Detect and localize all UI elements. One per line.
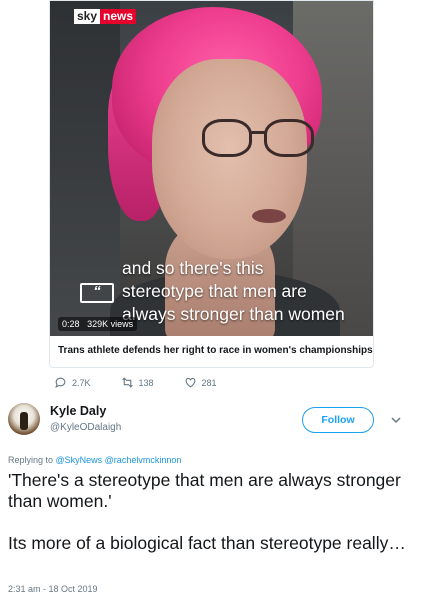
chevron-down-icon[interactable] <box>390 414 402 426</box>
subtitle-line: always stronger than women <box>122 304 345 324</box>
like-count: 281 <box>201 377 217 388</box>
replying-to: Replying to @SkyNews @rachelvmckinnon <box>8 455 181 465</box>
tweet-text: 'There's a stereotype that men are alway… <box>8 470 408 575</box>
retweet-count: 138 <box>138 377 154 388</box>
video-views: 329K views <box>87 319 134 329</box>
sky-news-logo: sky news <box>74 9 137 24</box>
tweet-timestamp[interactable]: 2:31 am - 18 Oct 2019 <box>8 584 98 594</box>
avatar[interactable] <box>8 403 40 435</box>
like-icon <box>185 377 195 388</box>
video-time: 0:28 <box>62 319 80 329</box>
video-time-views: 0:28 329K views <box>58 317 138 331</box>
reply-count: 2.7K <box>72 377 91 388</box>
author-handle[interactable]: @KyleODalaigh <box>50 422 121 433</box>
quoted-media-card[interactable]: sky news and so there's this stereotype … <box>49 0 374 368</box>
card-title[interactable]: Trans athlete defends her right to race … <box>58 345 373 356</box>
person-face <box>152 59 307 259</box>
follow-button[interactable]: Follow <box>302 407 374 433</box>
retweet-icon <box>121 377 133 388</box>
quote-icon: “ <box>80 283 114 303</box>
tweet-paragraph: 'There's a stereotype that men are alway… <box>8 470 401 511</box>
author-name[interactable]: Kyle Daly <box>50 404 106 418</box>
replying-prefix: Replying to <box>8 455 56 465</box>
reply-action[interactable]: 2.7K <box>54 376 91 389</box>
video-player[interactable]: sky news and so there's this stereotype … <box>50 1 373 336</box>
tweet-paragraph: Its more of a biological fact than stere… <box>8 533 406 553</box>
subtitle-line: stereotype that men are <box>122 281 307 301</box>
replying-mentions[interactable]: @SkyNews @rachelvmckinnon <box>56 455 182 465</box>
person-glasses <box>202 119 320 159</box>
like-action[interactable]: 281 <box>184 376 217 389</box>
person-mouth <box>252 209 286 223</box>
retweet-action[interactable]: 138 <box>121 376 154 389</box>
video-subtitles: and so there's this stereotype that men … <box>122 257 372 326</box>
subtitle-line: and so there's this <box>122 258 264 278</box>
tweet-actions: 2.7K 138 281 <box>54 376 217 389</box>
reply-icon <box>55 377 66 388</box>
